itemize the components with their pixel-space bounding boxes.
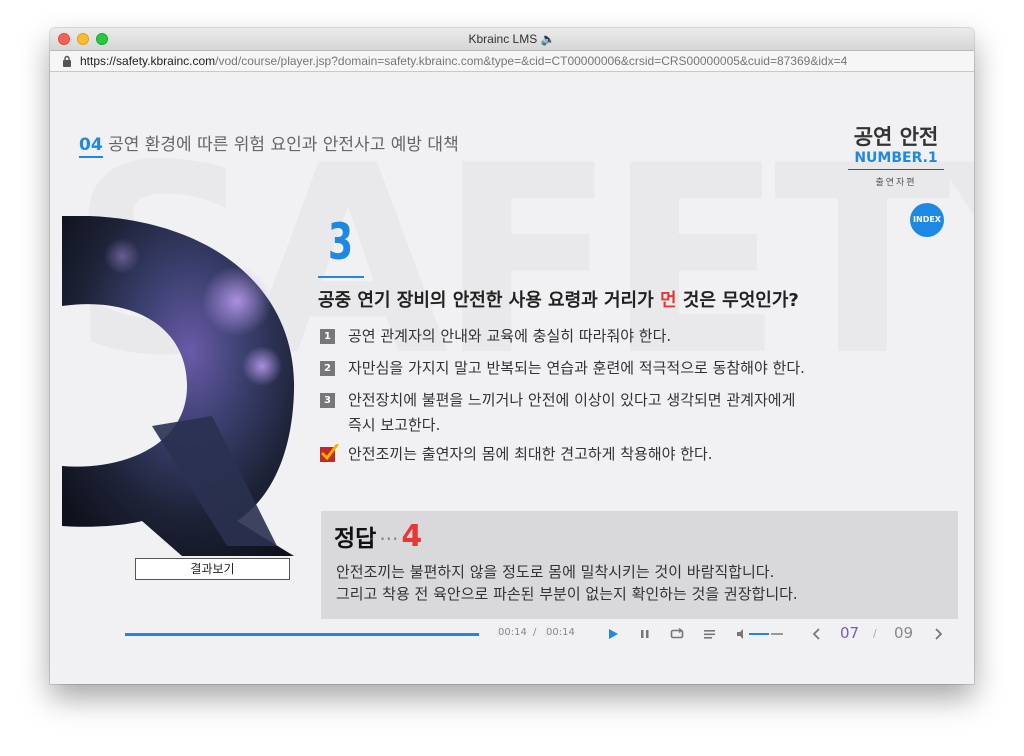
time-separator: / bbox=[533, 627, 537, 638]
prev-page-icon[interactable] bbox=[807, 624, 827, 644]
answer-explanation-panel: 정답 ··· 4 안전조끼는 불편하지 않을 정도로 몸에 밀착시키는 것이 바람직… bbox=[321, 511, 958, 619]
page-separator: / bbox=[873, 627, 877, 640]
answer-value: 4 bbox=[401, 519, 423, 554]
volume-icon[interactable] bbox=[733, 624, 793, 644]
option-text: 안전조끼는 출연자의 몸에 최대한 견고하게 착용해야 한다. bbox=[348, 445, 713, 463]
minimize-window-button[interactable] bbox=[77, 33, 89, 45]
address-bar[interactable]: https://safety.kbrainc.com/vod/course/pl… bbox=[50, 51, 974, 72]
question-text-highlight: 먼 bbox=[659, 290, 677, 311]
chapter-title: 공연 환경에 따른 위험 요인과 안전사고 예방 대책 bbox=[108, 135, 459, 155]
explanation-line-2: 그리고 착용 전 육안으로 파손된 부분이 없는지 확인하는 것을 권장합니다. bbox=[336, 585, 798, 603]
question-text-after: 것은 무엇인가? bbox=[676, 290, 799, 311]
view-results-button[interactable]: 결과보기 bbox=[135, 558, 290, 580]
chapter-heading: 04 공연 환경에 따른 위험 요인과 안전사고 예방 대책 bbox=[79, 130, 459, 158]
option-marker: 2 bbox=[320, 361, 335, 376]
repeat-icon[interactable] bbox=[667, 624, 687, 644]
zoom-window-button[interactable] bbox=[96, 33, 108, 45]
title-bar: Kbrainc LMS 🔈 bbox=[50, 28, 974, 51]
question-text: 공중 연기 장비의 안전한 사용 요령과 거리가 먼 것은 무엇인가? bbox=[318, 286, 799, 312]
question-text-before: 공중 연기 장비의 안전한 사용 요령과 거리가 bbox=[318, 290, 660, 311]
next-page-icon[interactable] bbox=[928, 624, 948, 644]
chapter-number: 04 bbox=[79, 135, 103, 158]
answer-dots: ··· bbox=[379, 527, 399, 551]
option-text-line2: 즉시 보고한다. bbox=[348, 416, 441, 434]
total-pages: 09 bbox=[894, 624, 914, 642]
option-marker: 3 bbox=[320, 393, 335, 408]
explanation-line-1: 안전조끼는 불편하지 않을 정도로 몸에 밀착시키는 것이 바람직합니다. bbox=[336, 563, 775, 581]
total-time: 00:14 bbox=[546, 627, 575, 638]
current-page: 07 bbox=[840, 624, 860, 642]
q-letter-graphic bbox=[62, 216, 295, 556]
brand-subtitle: 출연자편 bbox=[875, 178, 917, 188]
browser-window: Kbrainc LMS 🔈 https://safety.kbrainc.com… bbox=[50, 28, 974, 684]
current-time: 00:14 bbox=[498, 627, 527, 638]
option-marker: 1 bbox=[320, 329, 335, 344]
close-window-button[interactable] bbox=[58, 33, 70, 45]
question-number-underline bbox=[318, 276, 364, 278]
course-brand: 공연 안전 NUMBER.1 출연자편 bbox=[848, 124, 944, 188]
answer-heading: 정답 ··· 4 bbox=[334, 519, 422, 554]
answer-explanation: 안전조끼는 불편하지 않을 정도로 몸에 밀착시키는 것이 바람직합니다. 그리… bbox=[336, 561, 798, 605]
index-button[interactable]: INDEX bbox=[910, 203, 944, 237]
window-title: Kbrainc LMS 🔈 bbox=[468, 32, 556, 46]
checkmark-icon bbox=[320, 444, 339, 462]
option-text: 공연 관계자의 안내와 교육에 충실히 따라줘야 한다. bbox=[348, 327, 672, 345]
pause-icon[interactable] bbox=[635, 624, 655, 644]
option-text: 자만심을 가지지 말고 반복되는 연습과 훈련에 적극적으로 동참해야 한다. bbox=[348, 359, 805, 377]
progress-fill bbox=[125, 633, 479, 636]
url-domain: https://safety.kbrainc.com bbox=[80, 54, 216, 68]
brand-number: NUMBER.1 bbox=[848, 150, 944, 170]
question-number: 3 bbox=[328, 213, 354, 271]
play-icon[interactable] bbox=[603, 624, 623, 644]
lock-icon bbox=[63, 55, 71, 67]
player-controls: 00:14 / 00:14 07 / 09 bbox=[50, 622, 974, 652]
url-path: /vod/course/player.jsp?domain=safety.kbr… bbox=[215, 54, 848, 68]
lesson-content: SAFETY 04 공연 환경에 따른 위험 요인과 안전사고 예방 대책 공연… bbox=[50, 72, 974, 684]
menu-icon[interactable] bbox=[700, 624, 720, 644]
answer-label: 정답 bbox=[334, 526, 377, 552]
url-text[interactable]: https://safety.kbrainc.com/vod/course/pl… bbox=[80, 51, 847, 71]
option-text: 안전장치에 불편을 느끼거나 안전에 이상이 있다고 생각되면 관계자에게 bbox=[348, 391, 796, 409]
brand-title: 공연 안전 bbox=[853, 125, 939, 149]
